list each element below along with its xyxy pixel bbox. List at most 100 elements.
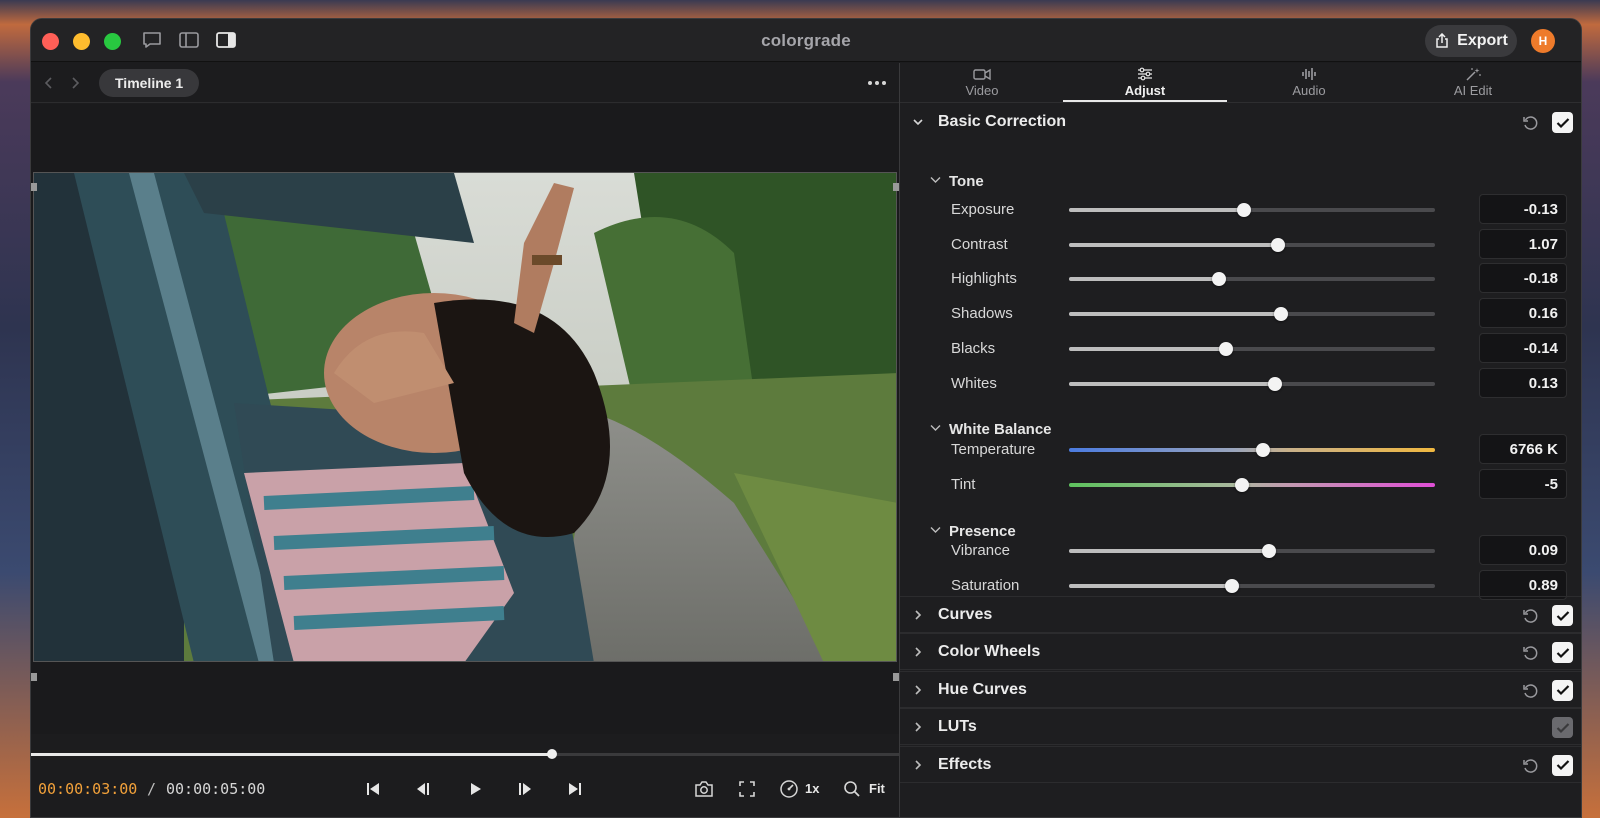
step-back-button[interactable] xyxy=(413,779,433,799)
adjustment-label: Tint xyxy=(951,476,976,493)
slider-thumb[interactable] xyxy=(1219,341,1233,356)
snapshot-button[interactable] xyxy=(694,779,714,799)
playhead-scrubber[interactable] xyxy=(31,749,899,759)
adjustment-slider[interactable] xyxy=(1069,544,1435,558)
slider-fill xyxy=(1069,584,1232,588)
crop-handle[interactable] xyxy=(31,673,37,681)
section-luts[interactable]: LUTs xyxy=(900,708,1581,746)
reset-icon[interactable] xyxy=(1521,682,1539,700)
subsection-tone[interactable]: Tone xyxy=(930,173,984,190)
adjustment-value-field[interactable]: 1.07 xyxy=(1479,228,1567,259)
skip-to-end-button[interactable] xyxy=(565,779,585,799)
adjustment-slider[interactable] xyxy=(1069,307,1435,322)
slider-thumb[interactable] xyxy=(1274,307,1289,322)
export-button[interactable]: Export xyxy=(1425,25,1517,57)
adjustment-slider[interactable] xyxy=(1069,443,1435,457)
tab-ai-edit-label: AI Edit xyxy=(1453,83,1493,98)
adjustment-row: Highlights -0.18 xyxy=(900,262,1581,296)
zoom-label[interactable]: Fit xyxy=(869,781,885,796)
section-enable-checkbox[interactable] xyxy=(1552,679,1573,701)
slider-thumb[interactable] xyxy=(1235,478,1250,492)
tab-audio[interactable]: Audio xyxy=(1227,63,1391,103)
section-effects[interactable]: Effects xyxy=(900,745,1581,783)
timeline-tab[interactable]: Timeline 1 xyxy=(99,69,200,97)
section-hue-curves[interactable]: Hue Curves xyxy=(900,670,1581,708)
inspector-tabs: Video Adjust Audio AI Edit xyxy=(900,63,1581,103)
checkmark-icon xyxy=(1556,117,1569,128)
adjustment-value-field[interactable]: -5 xyxy=(1479,469,1567,499)
slider-fill xyxy=(1069,549,1270,553)
checkmark-icon xyxy=(1556,685,1569,696)
adjustment-slider[interactable] xyxy=(1069,478,1435,492)
crop-handle[interactable] xyxy=(31,183,37,191)
reset-icon[interactable] xyxy=(1521,644,1539,662)
zoom-button[interactable] xyxy=(842,779,862,799)
section-enable-checkbox[interactable] xyxy=(1552,642,1573,664)
adjustment-row: Exposure -0.13 xyxy=(900,193,1581,227)
more-options-icon[interactable] xyxy=(867,76,887,90)
section-curves[interactable]: Curves xyxy=(900,596,1581,633)
tab-video[interactable]: Video xyxy=(900,63,1064,103)
adjustment-row: Whites 0.13 xyxy=(900,367,1581,401)
adjustment-label: Contrast xyxy=(951,235,1008,253)
slider-thumb[interactable] xyxy=(1262,544,1277,558)
back-arrow-icon[interactable] xyxy=(43,76,55,90)
adjustment-value-field[interactable]: 0.09 xyxy=(1479,535,1567,565)
video-preview[interactable] xyxy=(33,172,897,662)
magic-wand-icon xyxy=(1466,68,1481,81)
chevron-right-icon xyxy=(915,610,922,620)
transport-bar: 00:00:03:00 / 00:00:05:00 1x Fit xyxy=(31,759,899,817)
tab-adjust[interactable]: Adjust xyxy=(1063,63,1227,103)
adjustment-slider[interactable] xyxy=(1069,376,1435,391)
forward-arrow-icon[interactable] xyxy=(69,76,81,90)
total-timecode: 00:00:05:00 xyxy=(166,780,266,798)
adjustment-slider[interactable] xyxy=(1069,272,1435,287)
avatar[interactable]: H xyxy=(1531,29,1555,53)
slider-thumb[interactable] xyxy=(1268,376,1283,391)
slider-thumb[interactable] xyxy=(1224,579,1239,593)
adjustment-value-field[interactable]: 0.16 xyxy=(1479,298,1567,329)
adjustment-slider[interactable] xyxy=(1069,341,1435,356)
reset-icon[interactable] xyxy=(1521,757,1539,775)
adjustment-value-field[interactable]: 0.13 xyxy=(1479,367,1567,398)
export-label: Export xyxy=(1457,32,1508,49)
section-color-wheels[interactable]: Color Wheels xyxy=(900,633,1581,671)
skip-to-start-button[interactable] xyxy=(363,779,383,799)
adjustment-row: Contrast 1.07 xyxy=(900,228,1581,262)
adjustment-value-field[interactable]: -0.14 xyxy=(1479,332,1567,363)
viewer-toolbar: Timeline 1 xyxy=(31,63,899,103)
adjustment-slider[interactable] xyxy=(1069,237,1435,252)
active-tab-indicator xyxy=(1063,100,1227,102)
slider-thumb[interactable] xyxy=(1255,443,1270,457)
section-title: Curves xyxy=(938,606,993,623)
section-enable-checkbox[interactable] xyxy=(1552,717,1573,739)
chevron-down-icon xyxy=(913,119,923,126)
speed-label[interactable]: 1x xyxy=(805,781,819,796)
step-forward-button[interactable] xyxy=(515,779,535,799)
playback-speed-button[interactable] xyxy=(779,779,799,799)
reset-icon[interactable] xyxy=(1521,114,1539,132)
tab-ai-edit[interactable]: AI Edit xyxy=(1391,63,1555,103)
fullscreen-button[interactable] xyxy=(737,779,757,799)
adjustment-label: Saturation xyxy=(951,577,1020,594)
adjustment-slider[interactable] xyxy=(1069,579,1435,593)
adjustment-value-field[interactable]: 6766 K xyxy=(1479,434,1567,464)
adjustment-value-field[interactable]: -0.18 xyxy=(1479,263,1567,294)
playhead-thumb[interactable] xyxy=(546,749,557,759)
waveform-icon xyxy=(1302,68,1316,80)
video-camera-icon xyxy=(973,68,991,81)
tab-audio-label: Audio xyxy=(1292,83,1326,98)
slider-thumb[interactable] xyxy=(1270,237,1285,252)
reset-icon[interactable] xyxy=(1521,607,1539,625)
section-enable-checkbox[interactable] xyxy=(1552,754,1573,776)
adjustment-value-field[interactable]: -0.13 xyxy=(1479,194,1567,224)
section-enable-checkbox[interactable] xyxy=(1552,605,1573,626)
slider-thumb[interactable] xyxy=(1211,272,1226,287)
adjustment-slider[interactable] xyxy=(1069,203,1435,217)
current-timecode: 00:00:03:00 xyxy=(38,780,138,798)
chevron-down-icon xyxy=(930,177,941,184)
play-button[interactable] xyxy=(465,779,485,799)
section-enable-checkbox[interactable] xyxy=(1552,112,1573,133)
slider-thumb[interactable] xyxy=(1236,203,1251,217)
section-basic-correction[interactable]: Basic Correction xyxy=(900,104,1581,141)
